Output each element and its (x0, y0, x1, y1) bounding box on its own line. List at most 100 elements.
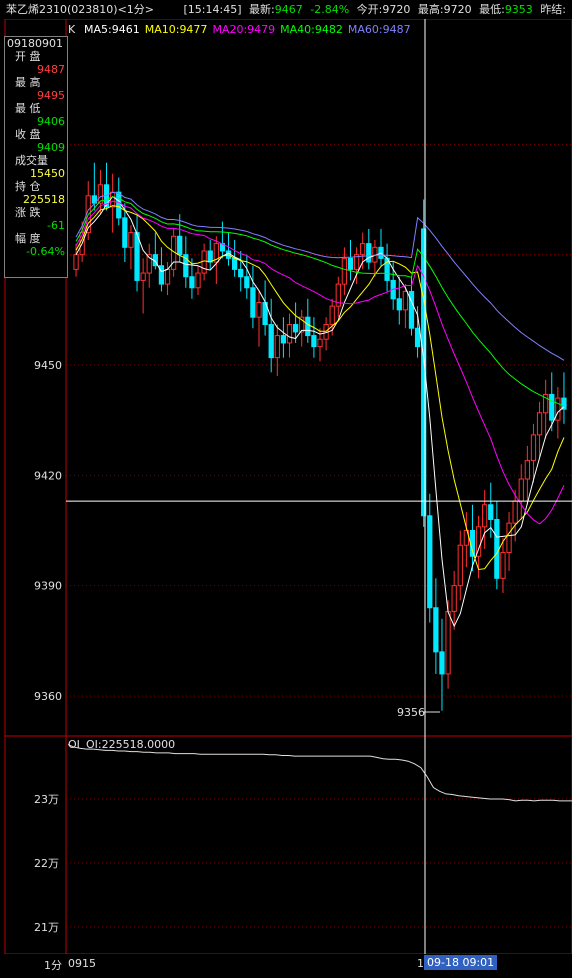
cursor-marker: 1 (417, 957, 424, 970)
candle-body (311, 335, 317, 348)
info-low-label: 最 低 (15, 102, 41, 115)
candle-body (244, 276, 250, 289)
candle-body (488, 504, 494, 520)
candle-body (164, 268, 171, 285)
info-open-value: 9487 (37, 63, 65, 76)
last-label: 最新: (249, 3, 275, 16)
candle-body (231, 257, 238, 270)
info-volume-label: 成交量 (15, 154, 48, 167)
candle-body (250, 287, 256, 318)
candle-body (286, 324, 293, 344)
candle-body (134, 232, 140, 281)
candlesticks (73, 162, 567, 711)
candle-body (360, 243, 366, 256)
candle-body (292, 324, 299, 333)
candle-body (512, 500, 518, 524)
info-oi-value: 225518 (23, 193, 65, 206)
candle-body (524, 460, 530, 480)
ma-legend-item: MA10:9477 (145, 23, 208, 36)
candle-body (500, 552, 506, 579)
chart-frame (4, 19, 572, 955)
candle-body (110, 191, 116, 208)
candle-body (256, 301, 262, 318)
oi-label: OI (68, 738, 80, 751)
candle-body (238, 268, 244, 278)
high-label: 最高: (417, 3, 444, 16)
candle-body (329, 305, 335, 326)
ma-legend-item: MA60:9487 (348, 23, 411, 36)
last-price: 9467 (274, 3, 303, 16)
candle-body (396, 298, 402, 311)
candle-body (268, 324, 274, 359)
info-pct-value: -0.64% (26, 245, 65, 258)
oi-tick-label: 22万 (34, 857, 59, 870)
candle-body (73, 254, 79, 270)
candle-body (549, 393, 555, 421)
candle-body (433, 607, 439, 653)
info-pct-label: 幅 度 (15, 232, 41, 245)
low-marker-label: 9356 (397, 706, 425, 719)
info-low-value: 9406 (37, 115, 65, 128)
candle-body (317, 338, 323, 348)
symbol-name[interactable]: 苯乙烯2310 (6, 0, 67, 19)
kline-chart[interactable]: 9450 9420 9390 9360 23万 22万 21万 K MA5:9461 MA1… (0, 19, 572, 978)
ma-legend: MA5:9461 MA10:9477 MA20:9479 MA40:9482 MA60:… (84, 23, 411, 36)
candle-body (274, 335, 280, 359)
candle-body (451, 585, 457, 612)
candle-body (506, 522, 512, 554)
start-time-label: 0915 (68, 957, 96, 970)
candle-body (408, 290, 415, 329)
quote-header: 苯乙烯2310(023810)<1分> [15:14:45] 最新:9467 -… (0, 0, 572, 19)
price-tick-label: 9450 (34, 359, 62, 372)
candle-body (439, 651, 445, 675)
time-axis: 1分 0915 1 09-18 09:01 (0, 954, 572, 978)
price-axis-labels: 9450 9420 9390 9360 (34, 359, 62, 703)
info-open-label: 开 盘 (15, 50, 41, 63)
server-time: [15:14:45] (183, 3, 242, 16)
low-price: 9353 (504, 3, 533, 16)
high-price: 9720 (443, 3, 472, 16)
candle-body (555, 397, 561, 421)
candle-body (347, 257, 354, 270)
period-selector[interactable]: <1分> (118, 0, 154, 19)
price-panel-border (4, 19, 572, 737)
price-grid (66, 143, 572, 697)
candle-body (402, 290, 409, 311)
info-oi-label: 持 仓 (15, 180, 41, 193)
candle-body (494, 518, 500, 579)
info-close-label: 收 盘 (15, 128, 41, 141)
candle-body (530, 434, 537, 462)
candle-body (305, 316, 311, 337)
ma-legend-item: MA40:9482 (280, 23, 343, 36)
price-tick-label: 9360 (34, 690, 62, 703)
candle-body (201, 250, 207, 274)
oi-tick-label: 21万 (34, 921, 59, 934)
bar-info-panel: 09180901 开 盘 9487 最 高 9495 最 低 9406 收 盘 … (4, 36, 68, 278)
candle-body (341, 257, 348, 285)
oi-panel-border (4, 735, 572, 955)
prev-settle-label: 昨结: (540, 3, 567, 16)
candle-body (140, 272, 146, 281)
candle-body (457, 544, 463, 587)
oi-tick-label: 23万 (34, 793, 59, 806)
candle-body (116, 191, 122, 219)
oi-line (67, 744, 572, 802)
oi-axis-labels: 23万 22万 21万 (34, 793, 59, 934)
info-date: 09180901 (7, 37, 63, 50)
open-label: 今开: (356, 3, 383, 16)
candle-body (536, 412, 543, 436)
cursor-time-label: 09-18 09:01 (424, 955, 498, 970)
candle-body (177, 235, 183, 256)
low-label: 最低: (479, 3, 505, 16)
change-percent: -2.84% (310, 3, 350, 16)
info-high-label: 最 高 (15, 76, 41, 89)
symbol-code: (023810) (67, 3, 118, 16)
candle-body (445, 610, 451, 675)
info-volume-value: 15450 (30, 167, 65, 180)
ma-legend-item: MA20:9479 (212, 23, 275, 36)
candle-body (427, 515, 433, 609)
candle-body (280, 335, 287, 344)
candle-body (189, 276, 195, 289)
candle-body (482, 504, 488, 528)
oi-value: OI:225518.0000 (86, 738, 175, 751)
